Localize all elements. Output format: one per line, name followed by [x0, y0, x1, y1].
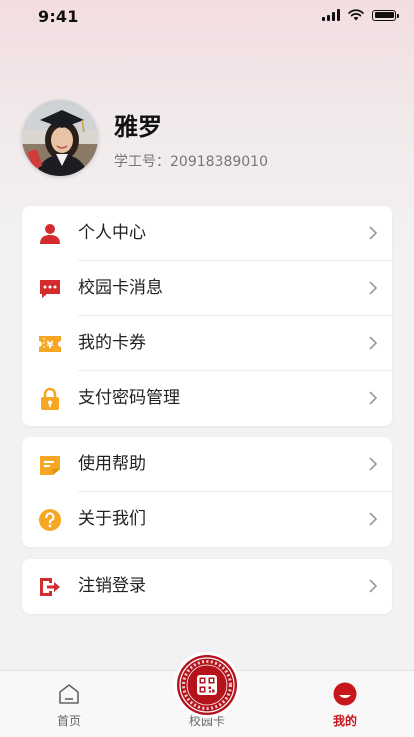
user-id-value: 20918389010 [170, 154, 268, 170]
signal-icon [322, 9, 340, 21]
menu-card-help: 使用帮助 关于我们 [22, 437, 392, 547]
menu-item-label: 支付密码管理 [78, 388, 180, 408]
coupon-icon: ¥ [39, 336, 61, 352]
menu-item-my-coupons[interactable]: ¥ 我的卡券 [22, 316, 392, 371]
menu-item-personal-center[interactable]: 个人中心 [22, 206, 392, 261]
mine-face-icon [333, 682, 357, 706]
status-icons [322, 9, 399, 21]
user-id-label: 学工号： [114, 154, 170, 170]
campus-card-qr-button[interactable] [177, 655, 237, 715]
tab-mine[interactable]: 我的 [295, 671, 395, 737]
profile-header: 雅罗 学工号：20918389010 [22, 100, 392, 176]
menu-item-label: 注销登录 [78, 576, 146, 596]
menu-item-label: 个人中心 [78, 223, 146, 243]
battery-icon [372, 9, 399, 21]
menu-item-card-messages[interactable]: 校园卡消息 [22, 261, 392, 316]
chevron-right-icon [369, 579, 378, 593]
school-seal-qr-icon [179, 657, 235, 713]
message-icon [40, 280, 60, 298]
tab-bar: 首页 校园卡 我的 [0, 655, 414, 737]
chevron-right-icon [369, 391, 378, 405]
avatar[interactable] [22, 100, 98, 176]
menu-item-label: 校园卡消息 [78, 278, 163, 298]
chevron-right-icon [369, 336, 378, 350]
svg-text:¥: ¥ [47, 340, 54, 351]
chevron-right-icon [369, 226, 378, 240]
help-doc-icon [40, 456, 60, 475]
chevron-right-icon [369, 281, 378, 295]
lock-icon [41, 387, 59, 410]
menu-card-logout: 注销登录 [22, 559, 392, 614]
menu-item-payment-password[interactable]: 支付密码管理 [22, 371, 392, 426]
menu-item-label: 关于我们 [78, 509, 146, 529]
person-icon [40, 224, 60, 244]
home-icon [59, 684, 79, 704]
chevron-right-icon [369, 512, 378, 526]
chevron-right-icon [369, 457, 378, 471]
question-icon [39, 509, 61, 531]
tab-home[interactable]: 首页 [19, 671, 119, 737]
user-id: 学工号：20918389010 [114, 151, 268, 171]
tab-mine-label: 我的 [332, 714, 357, 728]
tab-home-label: 首页 [56, 714, 81, 728]
menu-item-label: 使用帮助 [78, 454, 146, 474]
logout-icon [40, 578, 60, 596]
user-name: 雅罗 [114, 113, 162, 141]
menu-card-account: 个人中心 校园卡消息 ¥ 我的卡券 支付密码管理 [22, 206, 392, 426]
status-time: 9:41 [38, 7, 79, 26]
menu-item-about-us[interactable]: 关于我们 [22, 492, 392, 547]
menu-item-label: 我的卡券 [78, 333, 146, 353]
status-bar: 9:41 [0, 0, 414, 32]
menu-item-help[interactable]: 使用帮助 [22, 437, 392, 492]
menu-item-logout[interactable]: 注销登录 [22, 559, 392, 614]
wifi-icon [348, 9, 364, 21]
